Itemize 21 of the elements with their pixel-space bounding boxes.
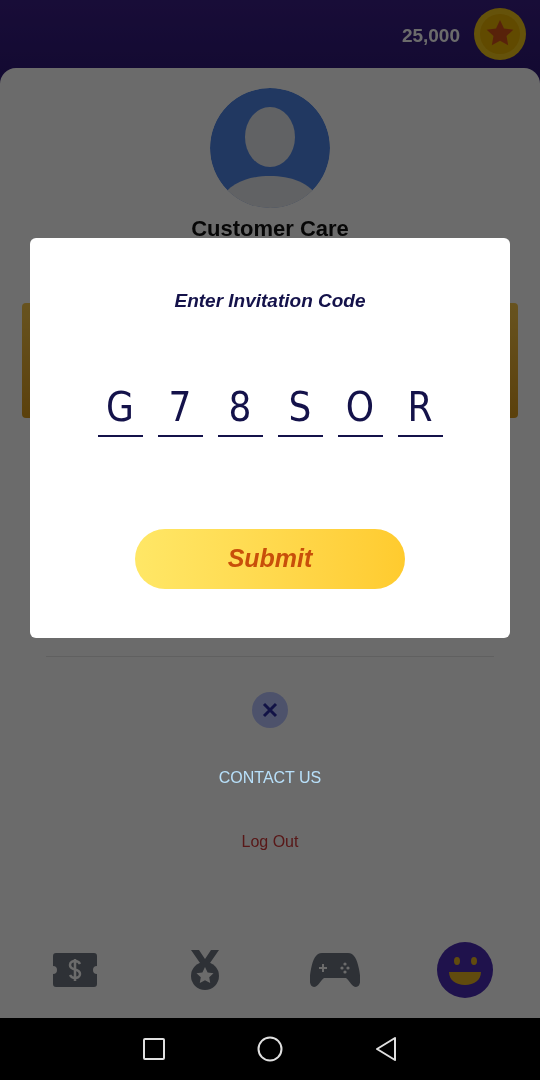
contact-us-link[interactable]: CONTACT US [218, 766, 322, 790]
dialog-title: Enter Invitation Code [174, 289, 366, 313]
ticket-icon[interactable] [53, 953, 97, 987]
coin-balance: 25,000 [401, 24, 460, 48]
code-digit-field[interactable]: 8 [217, 382, 263, 437]
medal-icon[interactable] [189, 950, 221, 990]
close-icon [262, 702, 278, 718]
gamepad-icon[interactable] [310, 951, 360, 989]
code-digit-field[interactable]: S [277, 382, 323, 437]
code-digit-field[interactable]: 7 [157, 382, 203, 437]
square-nav-icon[interactable] [143, 1038, 165, 1060]
back-triangle-icon[interactable] [375, 1036, 397, 1062]
profile-name: Customer Care [191, 215, 349, 243]
code-digit-field[interactable]: G [97, 382, 143, 437]
code-digit-field[interactable]: R [397, 382, 443, 437]
smiley-icon[interactable] [437, 942, 493, 998]
close-button[interactable] [252, 692, 288, 728]
home-circle-icon[interactable] [257, 1036, 283, 1062]
avatar-icon [210, 88, 330, 208]
code-digit-field[interactable]: O [337, 382, 383, 437]
star-coin-icon [474, 8, 526, 60]
